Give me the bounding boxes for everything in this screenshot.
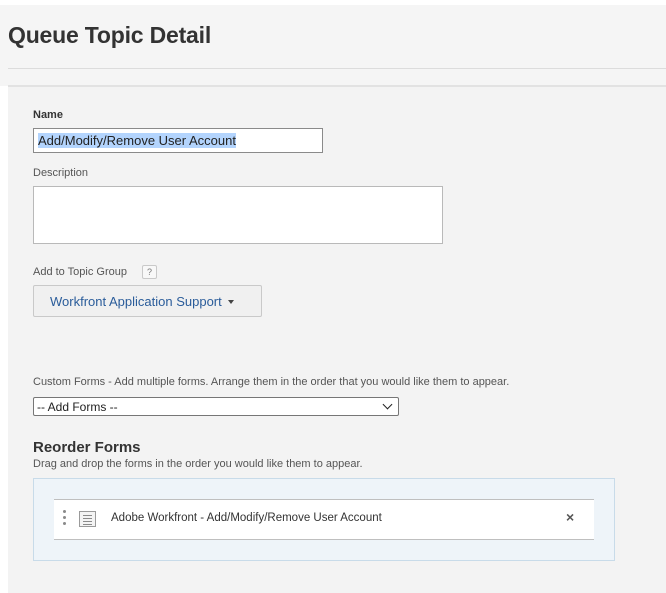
description-label: Description (33, 167, 89, 179)
topic-group-selected: Workfront Application Support (50, 293, 222, 309)
help-icon[interactable]: ? (142, 265, 157, 279)
drag-handle-icon[interactable] (63, 510, 67, 528)
caret-down-icon (227, 300, 234, 304)
page-title: Queue Topic Detail (8, 22, 212, 48)
form-item-label: Adobe Workfront - Add/Modify/Remove User… (111, 512, 382, 524)
header-divider (8, 68, 666, 69)
description-textarea[interactable] (33, 186, 443, 244)
chevron-down-icon (382, 399, 393, 410)
add-forms-selected: -- Add Forms -- (37, 399, 118, 414)
name-input[interactable]: Add/Modify/Remove User Account (33, 128, 323, 153)
reorder-forms-hint: Drag and drop the forms in the order you… (33, 458, 363, 470)
add-forms-select[interactable]: -- Add Forms -- (33, 397, 399, 416)
reorder-forms-title: Reorder Forms (33, 439, 141, 456)
page-header: Queue Topic Detail (0, 0, 666, 87)
name-input-value: Add/Modify/Remove User Account (38, 133, 236, 148)
queue-topic-detail-page: Queue Topic Detail Name Add/Modify/Remov… (0, 0, 666, 593)
custom-forms-label: Custom Forms - Add multiple forms. Arran… (33, 376, 510, 388)
list-item[interactable]: Adobe Workfront - Add/Modify/Remove User… (54, 499, 594, 540)
form-icon (79, 511, 96, 527)
close-icon[interactable]: × (566, 509, 574, 525)
name-label: Name (33, 109, 63, 121)
topic-group-dropdown[interactable]: Workfront Application Support (33, 285, 262, 317)
topic-group-label: Add to Topic Group (33, 266, 127, 278)
